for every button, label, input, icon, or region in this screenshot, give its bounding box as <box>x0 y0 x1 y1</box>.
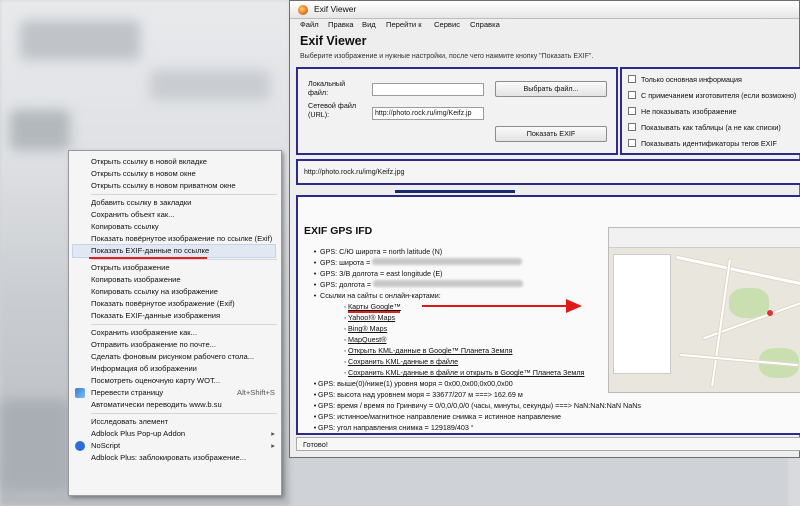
map-link[interactable]: ◦ Bing® Maps <box>342 324 388 333</box>
context-menu-item[interactable]: Информация об изображении <box>91 363 275 375</box>
submenu-arrow-icon: ▸ <box>271 441 275 450</box>
context-menu-item[interactable]: Отправить изображение по почте... <box>91 339 275 351</box>
gps-line: • GPS: С/Ю широта = north latitude (N) <box>313 247 443 256</box>
context-menu-item[interactable]: Перевести страницу Alt+Shift+S <box>91 387 275 399</box>
annotation-underline <box>348 311 400 313</box>
menu-tools[interactable]: Сервис <box>434 20 460 29</box>
option-show-tables[interactable]: Показывать как таблицы (а не как списки) <box>628 123 781 132</box>
file-input-panel: Локальный файл: Выбрать файл... Сетевой ф… <box>296 67 618 155</box>
firefox-icon <box>298 5 308 15</box>
menu-bar: Файл Правка Вид Перейти к Сервис Справка <box>290 19 799 32</box>
exif-viewer-window: Exif Viewer Файл Правка Вид Перейти к Се… <box>289 0 800 458</box>
choose-file-button[interactable]: Выбрать файл... <box>495 81 607 97</box>
menu-edit[interactable]: Правка <box>328 20 354 29</box>
status-bar: Готово! <box>296 437 800 451</box>
context-menu-item[interactable]: NoScript ▸ <box>91 440 275 452</box>
url-panel: http://photo.rock.ru/img/Keifz.jpg <box>296 159 800 185</box>
app-description: Выберите изображение и нужные настройки,… <box>300 53 594 60</box>
annotation-arrow-line <box>422 305 570 307</box>
context-menu-item[interactable]: Копировать изображение <box>91 274 275 286</box>
context-menu-item[interactable]: Показать EXIF-данные изображения <box>91 310 275 322</box>
gps-line: • GPS: З/В долгота = east longitude (E) <box>313 269 443 278</box>
submenu-arrow-icon: ▸ <box>271 429 275 438</box>
context-menu: Открыть ссылку в новой вкладке Открыть сс… <box>68 150 282 496</box>
context-menu-item[interactable]: Показать EXIF-данные по ссылке <box>72 244 276 258</box>
context-menu-item[interactable]: Adblock Plus Pop-up Addon ▸ <box>91 428 275 440</box>
title-bar: Exif Viewer <box>290 1 799 19</box>
context-menu-item[interactable]: Открыть ссылку в новой вкладке <box>91 156 275 168</box>
option-show-tag-ids[interactable]: Показывать идентификаторы тегов EXIF <box>628 139 777 148</box>
map-link[interactable]: ◦ Сохранить KML-данные в файле и открыть … <box>342 368 585 377</box>
context-menu-item[interactable]: Показать повёрнутое изображение по ссылк… <box>91 233 275 245</box>
current-url: http://photo.rock.ru/img/Keifz.jpg <box>304 169 405 176</box>
map-link[interactable]: ◦ Карты Google™ <box>342 302 401 311</box>
context-menu-item[interactable]: Посмотреть оценочную карту WOT... <box>91 375 275 387</box>
context-menu-item[interactable]: Adblock Plus: заблокировать изображение.… <box>91 452 275 464</box>
context-menu-item[interactable]: Показать повёрнутое изображение (Exif) <box>91 298 275 310</box>
gps-heading: EXIF GPS IFD <box>304 225 373 237</box>
menu-help[interactable]: Справка <box>470 20 500 29</box>
redacted-value <box>372 258 523 265</box>
context-menu-item[interactable]: Открыть ссылку в новом приватном окне <box>91 180 275 192</box>
option-basic-only[interactable]: Только основная информация <box>628 75 742 84</box>
translate-icon <box>75 388 85 398</box>
context-menu-item[interactable]: Сделать фоновым рисунком рабочего стола.… <box>91 351 275 363</box>
gps-line: • GPS: время / время по Гринвичу = 0/0,0/… <box>313 401 642 410</box>
annotation-arrow-head <box>566 299 582 313</box>
url-field[interactable]: http://photo.rock.ru/img/Keifz.jp <box>372 107 484 120</box>
google-map-screenshot <box>608 227 800 393</box>
option-hide-image[interactable]: Не показывать изображение <box>628 107 737 116</box>
context-menu-item[interactable]: Копировать ссылку на изображение <box>91 286 275 298</box>
context-menu-item[interactable]: Копировать ссылку <box>91 221 275 233</box>
context-menu-item[interactable]: Автоматически переводить www.b.su <box>91 399 275 411</box>
local-file-label: Локальный файл: <box>308 79 346 97</box>
context-menu-item[interactable]: Добавить ссылку в закладки <box>91 197 275 209</box>
gps-line: • GPS: выше(0)/ниже(1) уровня моря = 0x00… <box>313 379 513 388</box>
menu-separator <box>91 324 277 325</box>
option-maker-notes[interactable]: С примечанием изготовителя (если возможн… <box>628 91 796 100</box>
checkbox-icon <box>628 107 636 115</box>
map-link[interactable]: ◦ Сохранить KML-данные в файле <box>342 357 458 366</box>
show-exif-button[interactable]: Показать EXIF <box>495 126 607 142</box>
map-link[interactable]: ◦ Открыть KML-данные в Google™ Планета Зе… <box>342 346 513 355</box>
menu-go[interactable]: Перейти к <box>386 20 422 29</box>
context-menu-item[interactable]: Исследовать элемент <box>91 416 275 428</box>
options-panel: Только основная информация С примечанием… <box>620 67 800 155</box>
map-link[interactable]: ◦ MapQuest® <box>342 335 387 344</box>
context-menu-item[interactable]: Сохранить изображение как... <box>91 327 275 339</box>
checkbox-icon <box>628 91 636 99</box>
context-menu-item[interactable]: Открыть ссылку в новом окне <box>91 168 275 180</box>
menu-file[interactable]: Файл <box>300 20 319 29</box>
noscript-icon <box>75 441 85 451</box>
map-link[interactable]: ◦ Yahoo!® Maps <box>342 313 395 322</box>
local-file-field[interactable] <box>372 83 484 96</box>
context-menu-item[interactable]: Сохранить объект как... <box>91 209 275 221</box>
network-file-label: Сетевой файл (URL): <box>308 101 357 119</box>
context-menu-item[interactable]: Открыть изображение <box>91 262 275 274</box>
gps-line: • GPS: угол направления снимка = 129189/4… <box>313 423 474 432</box>
exif-results-panel: EXIF GPS IFD • GPS: С/Ю широта = north l… <box>296 195 800 435</box>
menu-separator <box>91 259 277 260</box>
horizontal-scrollbar[interactable] <box>395 190 515 193</box>
gps-line: • GPS: высота над уровнем моря = 33677/20… <box>313 390 523 399</box>
menu-separator <box>91 413 277 414</box>
status-text: Готово! <box>303 440 328 449</box>
gps-line: • GPS: истинное/магнитное направление сни… <box>313 412 562 421</box>
redacted-value <box>373 280 524 287</box>
menu-view[interactable]: Вид <box>362 20 376 29</box>
window-title: Exif Viewer <box>314 4 357 14</box>
checkbox-icon <box>628 123 636 131</box>
gps-line: • GPS: широта = <box>312 258 523 267</box>
checkbox-icon <box>628 75 636 83</box>
gps-line: • GPS: долгота = <box>312 280 524 289</box>
menu-separator <box>91 194 277 195</box>
app-title: Exif Viewer <box>300 34 367 48</box>
checkbox-icon <box>628 139 636 147</box>
gps-line: • Ссылки на сайты с онлайн-картами: <box>313 291 441 300</box>
